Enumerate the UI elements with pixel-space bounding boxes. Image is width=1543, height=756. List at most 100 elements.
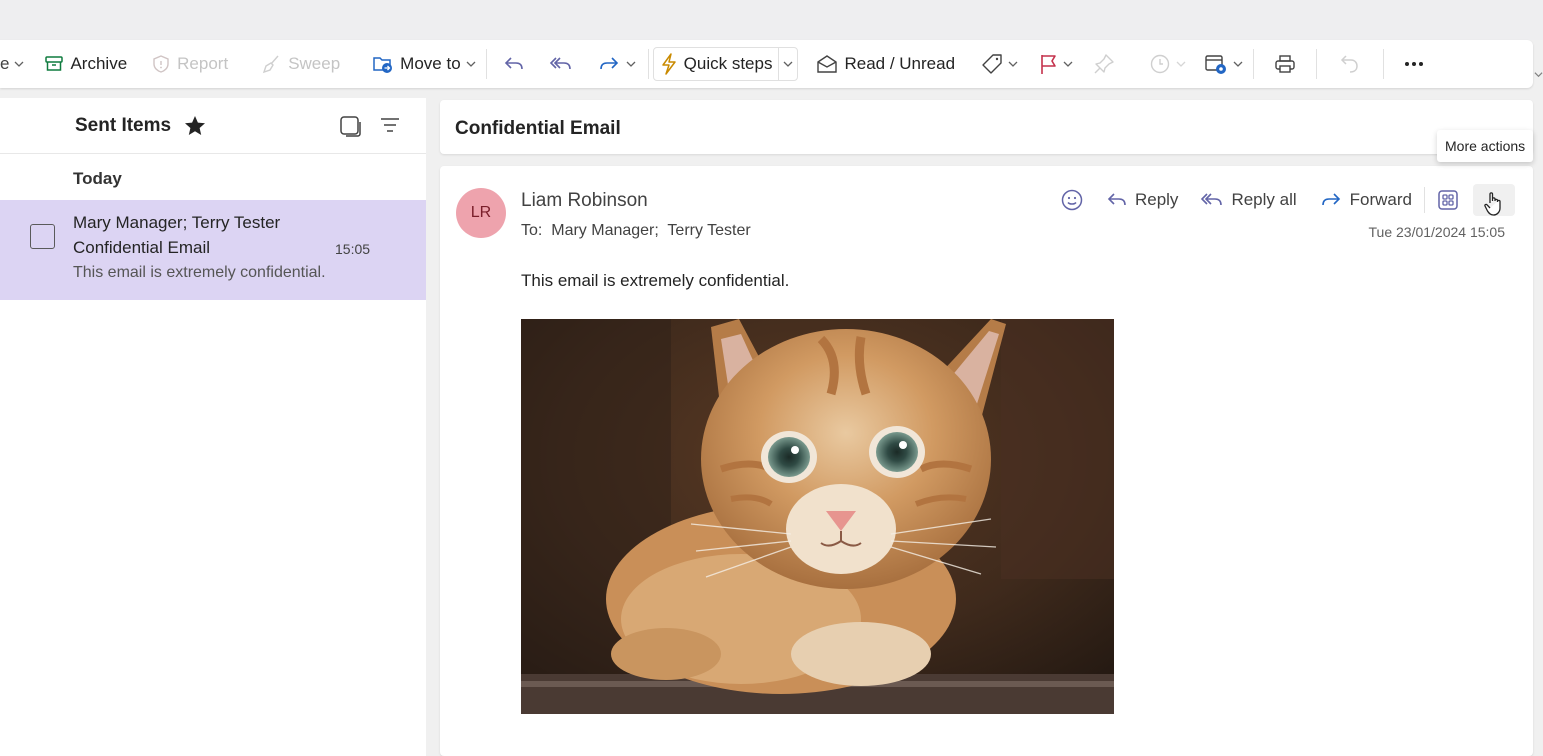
- pin-icon: [1094, 54, 1114, 74]
- sweep-label: Sweep: [288, 54, 341, 73]
- ribbon-divider: [485, 49, 487, 79]
- archive-label: Archive: [70, 54, 128, 73]
- reply-label: Reply: [1134, 190, 1179, 209]
- clock-icon: [1150, 54, 1170, 74]
- categorize-button[interactable]: [975, 47, 1024, 81]
- rules-settings-icon: [1205, 55, 1227, 74]
- report-button[interactable]: Report: [145, 47, 234, 81]
- broom-icon: [263, 55, 279, 74]
- shield-icon: [153, 55, 169, 73]
- quick-steps-button[interactable]: Quick steps: [654, 48, 779, 80]
- message-preview: This email is extremely confidential.: [73, 264, 326, 281]
- report-label: Report: [177, 54, 229, 73]
- read-unread-button[interactable]: Read / Unread: [810, 47, 961, 81]
- print-button[interactable]: [1258, 47, 1312, 81]
- conversation-header: Confidential Email: [440, 100, 1533, 154]
- message-subject: Confidential Email: [73, 238, 211, 257]
- date-group-header: Today: [73, 169, 122, 188]
- reply-all-icon: [1201, 193, 1223, 206]
- ellipsis-icon: [1405, 62, 1424, 66]
- reply-icon: [1107, 193, 1126, 206]
- quick-steps-label: Quick steps: [683, 54, 773, 73]
- pin-button[interactable]: [1087, 47, 1121, 81]
- undo-button[interactable]: [1321, 47, 1379, 81]
- ribbon-divider: [1253, 49, 1255, 79]
- more-options-button[interactable]: [1388, 47, 1440, 81]
- tag-icon: [982, 54, 1002, 74]
- ribbon-toolbar: e Archive Report Sweep Move to Quick ste…: [0, 40, 1533, 88]
- undo-icon: [1340, 55, 1358, 73]
- message-list-header: Sent Items: [0, 98, 426, 154]
- chevron-down-icon: [15, 61, 24, 67]
- apps-button[interactable]: [1429, 184, 1467, 216]
- to-label: To:: [521, 222, 543, 239]
- message-actions: Reply Reply all Forward: [1052, 184, 1515, 216]
- more-actions-tooltip: More actions: [1437, 130, 1534, 162]
- kitten-photo: [521, 319, 1114, 714]
- ribbon-divider: [647, 49, 649, 79]
- folder-title: Sent Items: [75, 115, 172, 136]
- reply-all-button[interactable]: Reply all: [1192, 184, 1304, 216]
- forward-label: Forward: [1349, 190, 1412, 209]
- move-to-button[interactable]: Move to: [366, 47, 481, 81]
- quick-steps-group: Quick steps: [652, 47, 799, 81]
- message-date: Tue 23/01/2024 15:05: [1368, 224, 1506, 240]
- star-icon[interactable]: [183, 114, 207, 138]
- select-checkbox[interactable]: [30, 224, 55, 249]
- sender-name[interactable]: Liam Robinson: [521, 190, 648, 212]
- printer-icon: [1275, 55, 1295, 73]
- chevron-down-icon: [1063, 61, 1073, 67]
- chevron-down-icon: [1176, 61, 1186, 67]
- archive-icon: [45, 56, 64, 71]
- lightning-icon: [661, 53, 676, 75]
- title-strip: [0, 0, 1543, 40]
- sweep-button[interactable]: Sweep: [256, 47, 346, 81]
- reply-icon: [504, 57, 523, 70]
- message-time: 15:05: [335, 241, 371, 257]
- folder-move-icon: [373, 57, 393, 73]
- avatar[interactable]: LR: [456, 188, 506, 238]
- conversation-subject: Confidential Email: [455, 118, 621, 139]
- message-list-pane: Sent Items Today Mary Manager; Terry Tes…: [0, 98, 426, 756]
- chevron-down-icon: [784, 61, 793, 67]
- list-item[interactable]: Mary Manager; Terry Tester Confidential …: [0, 200, 426, 300]
- forward-button[interactable]: Forward: [1311, 184, 1420, 216]
- reply-all-label: Reply all: [1231, 190, 1297, 209]
- forward-icon: [1321, 193, 1340, 206]
- select-mode-icon[interactable]: [338, 114, 362, 138]
- quick-steps-dropdown[interactable]: [779, 48, 797, 80]
- chevron-down-icon: [1008, 61, 1018, 67]
- move-to-label: Move to: [400, 54, 461, 73]
- read-unread-label: Read / Unread: [844, 54, 956, 73]
- reply-all-button[interactable]: [537, 47, 585, 81]
- filter-icon[interactable]: [379, 115, 401, 135]
- apps-grid-icon: [1438, 190, 1458, 210]
- flag-icon: [1041, 55, 1056, 74]
- flag-button[interactable]: [1032, 47, 1079, 81]
- chevron-down-icon: [626, 61, 636, 67]
- reply-button[interactable]: [491, 47, 537, 81]
- reading-pane: LR Liam Robinson To: Mary Manager; Terry…: [440, 166, 1533, 756]
- chevron-down-icon[interactable]: [1534, 70, 1543, 79]
- message-body: This email is extremely confidential.: [521, 271, 790, 290]
- reply-button[interactable]: Reply: [1098, 184, 1186, 216]
- ribbon-divider: [1316, 49, 1318, 79]
- actions-divider: [1424, 187, 1425, 213]
- chevron-down-icon: [466, 61, 476, 67]
- delete-button-partial[interactable]: e: [0, 47, 30, 81]
- forward-button[interactable]: [585, 47, 644, 81]
- smiley-icon: [1061, 189, 1083, 211]
- rules-button[interactable]: [1198, 47, 1249, 81]
- envelope-open-icon: [817, 55, 838, 73]
- snooze-button[interactable]: [1143, 47, 1192, 81]
- archive-button[interactable]: Archive: [38, 47, 133, 81]
- hand-pointer-icon: [1484, 192, 1501, 216]
- recipients-line: To: Mary Manager; Terry Tester: [521, 222, 751, 240]
- message-recipients: Mary Manager; Terry Tester: [73, 213, 281, 232]
- reaction-button[interactable]: [1052, 184, 1092, 216]
- recipients[interactable]: Mary Manager; Terry Tester: [551, 222, 750, 239]
- reply-all-icon: [549, 57, 571, 70]
- chevron-down-icon: [1233, 61, 1243, 67]
- ribbon-divider: [1383, 49, 1385, 79]
- forward-icon: [599, 57, 618, 70]
